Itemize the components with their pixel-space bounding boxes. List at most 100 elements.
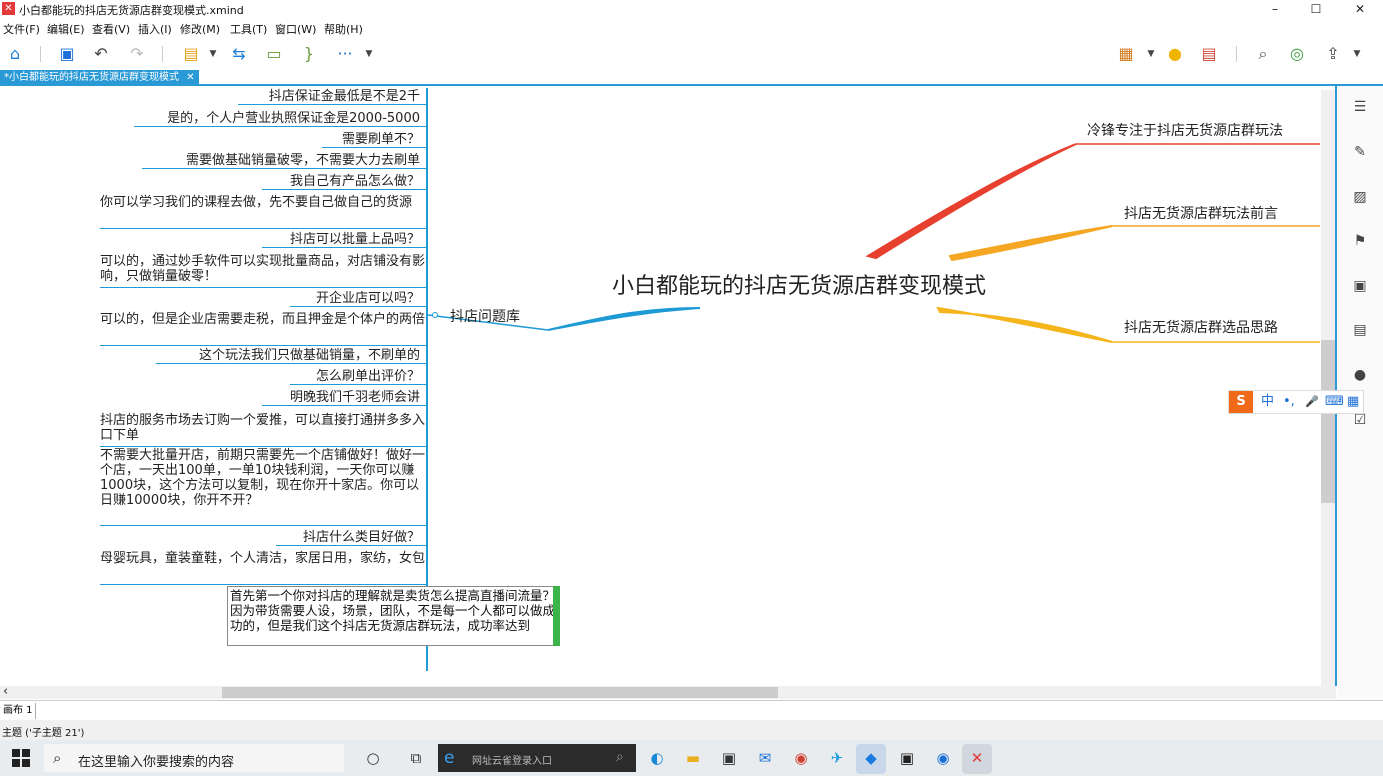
menu-tools[interactable]: 工具(T) — [230, 21, 267, 37]
toolbar-separator — [40, 46, 41, 62]
minimize-button[interactable]: – — [1255, 0, 1295, 18]
image-icon[interactable]: ▨ — [1351, 188, 1369, 206]
edge-icon[interactable]: ◐ — [646, 747, 668, 769]
main-topic-left[interactable]: 抖店问题库 — [450, 306, 520, 326]
menu-view[interactable]: 查看(V) — [92, 21, 130, 37]
subtopic[interactable]: 怎么刷单出评价？ — [290, 369, 426, 385]
chevron-down-icon[interactable]: ▼ — [1140, 43, 1162, 65]
taskbar-search-placeholder: 在这里输入你要搜索的内容 — [78, 755, 235, 770]
main-topic-right-1[interactable]: 冷锋专注于抖店无货源店群玩法 — [1087, 120, 1283, 140]
browser-address-bar[interactable]: e 网址云雀登录入口 ⌕ — [438, 744, 636, 772]
scroll-left-arrow[interactable]: ‹ — [3, 684, 8, 699]
brainstorm-icon[interactable]: ● — [1164, 43, 1186, 65]
store-icon[interactable]: ▣ — [718, 747, 740, 769]
chevron-down-icon[interactable]: ▼ — [1346, 43, 1368, 65]
video-icon[interactable]: ▣ — [896, 747, 918, 769]
subtopic[interactable]: 开企业店可以吗？ — [290, 291, 426, 307]
mail-icon[interactable]: ✉ — [754, 747, 776, 769]
toolbar-separator — [1236, 46, 1237, 62]
tab-label: *小白都能玩的抖店无货源店群变现模式 — [4, 72, 179, 83]
menu-modify[interactable]: 修改(M) — [180, 21, 220, 37]
chevron-down-icon[interactable]: ▼ — [202, 43, 224, 65]
maximize-button[interactable]: ☐ — [1296, 0, 1336, 18]
more-icon[interactable]: ··· — [334, 43, 356, 65]
subtopic[interactable]: 不需要大批量开店，前期只需要先一个店铺做好！做好一个店，一天出100单，一单10… — [100, 448, 426, 526]
undo-icon[interactable]: ↶ — [90, 43, 112, 65]
microphone-icon[interactable]: 🎤 — [1305, 394, 1319, 410]
subtopic[interactable]: 可以的，但是企业店需要走税，而且押金是个体户的两倍 — [100, 312, 426, 346]
menu-edit[interactable]: 编辑(E) — [47, 21, 85, 37]
vertical-scroll-thumb[interactable] — [1321, 340, 1335, 503]
save-icon[interactable]: ▣ — [56, 43, 78, 65]
menu-bar: 文件(F) 编辑(E) 查看(V) 插入(I) 修改(M) 工具(T) 窗口(W… — [0, 18, 1383, 38]
sogou-logo-icon[interactable]: S — [1229, 391, 1253, 413]
topic-edit-field[interactable]: 首先第一个你对抖店的理解就是卖货怎么提高直播间流量？因为带货需要人设，场景，团队… — [227, 586, 560, 646]
ime-mode-chinese[interactable]: 中 — [1261, 394, 1274, 410]
close-button[interactable]: ✕ — [1340, 0, 1380, 18]
notes-icon[interactable]: ▤ — [1351, 321, 1369, 339]
central-topic[interactable]: 小白都能玩的抖店无货源店群变现模式 — [612, 268, 986, 300]
presentation-icon[interactable]: ▦ — [1115, 43, 1137, 65]
feishu-icon[interactable]: ◆ — [860, 747, 882, 769]
task-view-icon[interactable]: ⧉ — [405, 747, 427, 769]
subtopic[interactable]: 抖店什么类目好做？ — [276, 530, 426, 546]
main-topic-right-3[interactable]: 抖店无货源店群选品思路 — [1124, 317, 1278, 337]
edit-resize-handle[interactable] — [553, 586, 560, 646]
topic-style-icon[interactable]: ▤ — [180, 43, 202, 65]
share-icon[interactable]: ◎ — [1286, 43, 1308, 65]
mindmap-canvas[interactable]: 小白都能玩的抖店无货源店群变现模式 冷锋专注于抖店无货源店群玩法 抖店无货源店群… — [0, 86, 1336, 686]
subtopic[interactable]: 抖店的服务市场去订购一个爱推，可以直接打通拼多多入口下单 — [100, 413, 426, 447]
menu-help[interactable]: 帮助(H) — [324, 21, 363, 37]
boundary-icon[interactable]: ▭ — [263, 43, 285, 65]
redo-icon[interactable]: ↷ — [126, 43, 148, 65]
taskbar-search-box[interactable]: ⌕ 在这里输入你要搜索的内容 — [44, 744, 344, 772]
subtopic[interactable]: 这个玩法我们只做基础销量，不刷单的 — [156, 348, 426, 364]
subtopic[interactable]: 你可以学习我们的课程去做，先不要自己做自己的货源 — [100, 195, 426, 229]
windows-start-icon[interactable] — [12, 749, 30, 767]
subtopic[interactable]: 需要做基础销量破零，不需要大力去刷单 — [142, 153, 426, 169]
menu-insert[interactable]: 插入(I) — [138, 21, 172, 37]
comment-icon[interactable]: ● — [1351, 366, 1369, 384]
search-icon[interactable]: ⌕ — [1252, 43, 1274, 65]
sticker-icon[interactable]: ▣ — [1351, 277, 1369, 295]
subtopic[interactable]: 抖店可以批量上品吗？ — [262, 232, 426, 248]
cortana-icon[interactable]: ○ — [362, 747, 384, 769]
browser-icon[interactable]: ◉ — [932, 747, 954, 769]
horizontal-scroll-thumb[interactable] — [222, 687, 778, 698]
toolbar-separator — [162, 46, 163, 62]
collapse-toggle-icon[interactable] — [432, 312, 438, 318]
ime-grid-icon[interactable]: ▦ — [1347, 394, 1359, 410]
xmind-icon[interactable]: ✕ — [966, 747, 988, 769]
twitter-icon[interactable]: ✈ — [826, 747, 848, 769]
chrome-icon[interactable]: ◉ — [790, 747, 812, 769]
summary-icon[interactable]: } — [298, 43, 320, 65]
xmind-window: ✕ 小白都能玩的抖店无货源店群变现模式.xmind – ☐ ✕ 文件(F) 编辑… — [0, 0, 1383, 776]
sheet-tab-1[interactable]: 画布 1 — [0, 703, 36, 719]
subtopic[interactable]: 我自己有产品怎么做？ — [262, 174, 426, 190]
ime-toolbar[interactable]: S 中 •, 🎤 ⌨ ▦ — [1228, 390, 1364, 414]
chevron-down-icon[interactable]: ▼ — [358, 43, 380, 65]
subtopic[interactable]: 明晚我们千羽老师会讲 — [262, 390, 426, 406]
relationship-icon[interactable]: ⇆ — [228, 43, 250, 65]
menu-window[interactable]: 窗口(W) — [275, 21, 316, 37]
subtopic[interactable]: 需要刷单不？ — [322, 132, 426, 148]
menu-file[interactable]: 文件(F) — [3, 21, 40, 37]
keyboard-icon[interactable]: ⌨ — [1325, 394, 1344, 410]
tab-document[interactable]: *小白都能玩的抖店无货源店群变现模式 ✕ — [0, 70, 199, 86]
home-icon[interactable]: ⌂ — [4, 43, 26, 65]
window-title: 小白都能玩的抖店无货源店群变现模式.xmind — [19, 4, 244, 17]
main-topic-right-2[interactable]: 抖店无货源店群玩法前言 — [1124, 203, 1278, 223]
marker-icon[interactable]: ⚑ — [1351, 232, 1369, 250]
outline-icon[interactable]: ☰ — [1351, 98, 1369, 116]
tab-close-icon[interactable]: ✕ — [186, 72, 194, 83]
format-icon[interactable]: ✎ — [1351, 143, 1369, 161]
subtopic[interactable]: 抖店保证金最低是不是2千 — [238, 89, 426, 105]
file-explorer-icon[interactable]: ▬ — [682, 747, 704, 769]
export-icon[interactable]: ⇪ — [1322, 43, 1344, 65]
gantt-icon[interactable]: ▤ — [1198, 43, 1220, 65]
subtopic[interactable]: 可以的，通过妙手软件可以实现批量商品，对店铺没有影响，只做销量破零！ — [100, 254, 426, 288]
status-text: 主题 ('子主题 21') — [2, 728, 85, 739]
subtopic[interactable]: 是的，个人户营业执照保证金是2000-5000 — [134, 111, 426, 127]
ime-punctuation-icon[interactable]: •, — [1283, 394, 1295, 410]
subtopic[interactable]: 母婴玩具，童装童鞋，个人清洁，家居日用，家纺，女包 — [100, 551, 426, 585]
